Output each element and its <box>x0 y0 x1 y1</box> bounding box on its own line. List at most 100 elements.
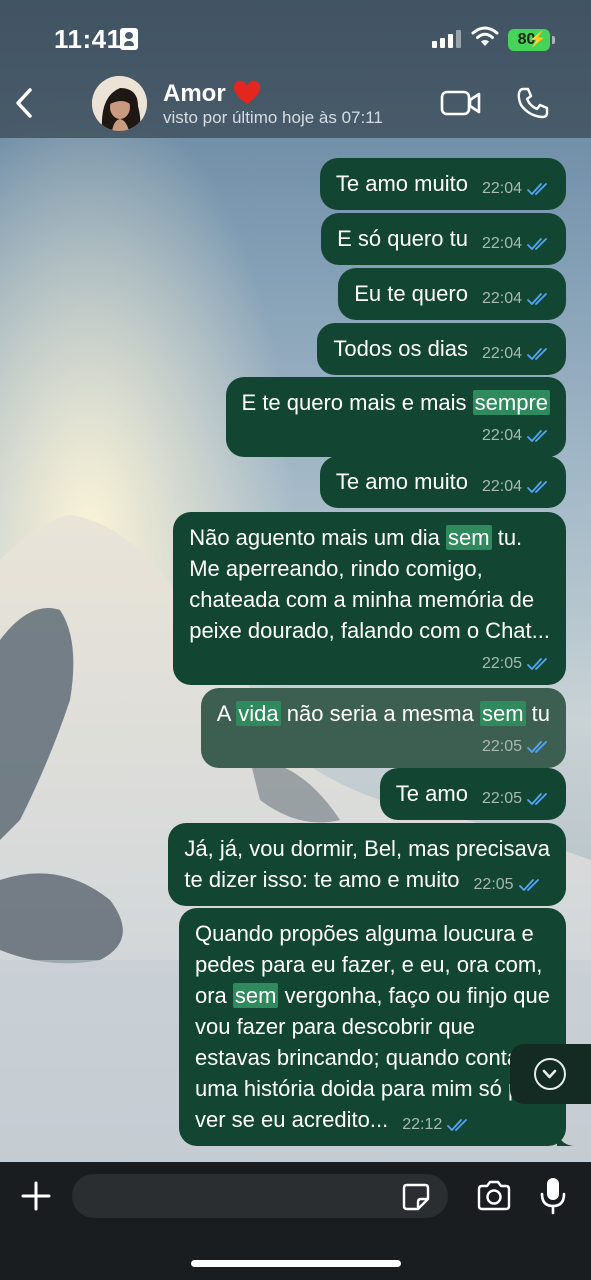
search-highlight[interactable]: sem <box>446 525 492 550</box>
microphone-button[interactable] <box>538 1176 568 1216</box>
message-meta: 22:04 <box>482 338 550 369</box>
read-receipt-icon <box>527 182 547 195</box>
message-bubble[interactable]: Te amo 22:05 <box>379 768 566 820</box>
contact-avatar[interactable] <box>92 76 147 131</box>
message-text: Todos os dias <box>333 336 468 361</box>
message-text-segment: Eu te quero <box>354 281 468 306</box>
message-text: Te amo muito <box>336 171 468 196</box>
read-receipt-icon <box>527 292 547 305</box>
camera-button[interactable] <box>475 1180 513 1212</box>
message-text: Não aguento mais um dia sem tu. Me aperre… <box>189 525 550 643</box>
message-meta: 22:05 <box>189 648 550 679</box>
message-time: 22:04 <box>481 345 522 362</box>
message-bubble[interactable]: E te quero mais e mais sempre 22:04 <box>225 377 566 457</box>
message-bubble[interactable]: Te amo muito 22:04 <box>319 158 566 210</box>
message-time: 22:04 <box>481 235 522 252</box>
message-bubble[interactable]: Eu te quero 22:04 <box>338 268 566 320</box>
message-text-segment: ora <box>194 983 233 1008</box>
message-bubble[interactable]: A vida não seria a mesma sem tu 22:05 <box>200 688 566 768</box>
message-text-segment: vou fazer para descobrir que <box>194 1014 476 1039</box>
message-text-segment: Me aperreando, rindo comigo, <box>189 556 483 581</box>
message-text: Quando propões alguma loucura e pedes par… <box>195 921 550 1132</box>
message-text-segment: pedes para eu fazer, e eu, ora com, <box>194 952 543 977</box>
back-button[interactable] <box>10 82 40 124</box>
read-receipt-icon <box>527 792 547 805</box>
message-text-segment: vergonha, faço ou finjo que <box>278 983 550 1008</box>
message-text-segment: uma história doida para mim só pra <box>194 1076 540 1101</box>
message-text-segment: Já, já, vou dormir, Bel, mas precisava <box>184 836 550 861</box>
message-text-segment: Te amo muito <box>335 171 468 196</box>
sticker-button[interactable] <box>401 1182 431 1212</box>
read-receipt-icon <box>527 740 547 753</box>
message-text-segment: Não aguento mais um dia <box>189 525 447 550</box>
message-text: Te amo <box>396 781 468 806</box>
search-highlight[interactable]: vida <box>236 701 281 726</box>
message-bubble[interactable]: Não aguento mais um dia sem tu. Me aperre… <box>173 512 566 685</box>
message-meta: 22:04 <box>482 283 550 314</box>
message-text-segment: Te amo <box>395 781 468 806</box>
contact-name[interactable]: Amor <box>163 80 226 108</box>
status-time: 11:41 <box>54 24 122 54</box>
message-text-segment: peixe dourado, falando com o Chat... <box>189 618 550 643</box>
message-bubble[interactable]: Quando propões alguma loucura e pedes par… <box>178 908 573 1146</box>
message-meta: 22:12 <box>402 1109 470 1140</box>
message-meta: 22:05 <box>474 869 542 900</box>
message-time: 22:04 <box>481 427 522 444</box>
message-text: E te quero mais e mais sempre <box>242 390 550 415</box>
message-time: 22:05 <box>481 790 522 807</box>
message-meta: 22:05 <box>482 783 550 814</box>
message-time: 22:05 <box>481 655 522 672</box>
voice-call-button[interactable] <box>515 86 551 120</box>
message-input[interactable] <box>72 1174 448 1218</box>
message-meta: 22:04 <box>482 471 550 502</box>
read-receipt-icon <box>527 347 547 360</box>
last-seen-status: visto por último hoje às 07:11 <box>163 108 383 127</box>
message-bubble[interactable]: E só quero tu 22:04 <box>321 213 566 265</box>
message-text: A vida não seria a mesma sem tu <box>217 701 550 726</box>
read-receipt-icon <box>527 429 547 442</box>
read-receipt-icon <box>527 480 547 493</box>
red-heart-icon <box>233 80 261 104</box>
message-meta: 22:04 <box>482 173 550 204</box>
attach-plus-button[interactable] <box>20 1180 52 1212</box>
scroll-to-bottom-button[interactable] <box>510 1044 591 1104</box>
search-highlight[interactable]: sem <box>479 701 526 726</box>
contact-card-icon <box>120 28 138 50</box>
charging-bolt-icon: ⚡ <box>528 31 547 48</box>
message-bubble[interactable]: Te amo muito 22:04 <box>319 456 566 508</box>
message-text-segment: Todos os dias <box>333 336 468 361</box>
message-meta: 22:05 <box>217 731 550 762</box>
message-text-segment: Te amo muito <box>335 469 468 494</box>
message-meta: 22:04 <box>242 420 550 451</box>
message-text-segment: E só quero tu <box>337 226 468 251</box>
message-text: E só quero tu <box>337 226 468 251</box>
message-bubble[interactable]: Todos os dias 22:04 <box>317 323 566 375</box>
message-list[interactable]: Te amo muito 22:04 E só quero tu 22:04 Eu te… <box>0 138 591 1162</box>
composer-bar <box>0 1162 591 1280</box>
chevron-down-circle-icon <box>534 1058 566 1090</box>
read-receipt-icon <box>518 878 539 891</box>
message-time: 22:04 <box>481 180 522 197</box>
message-text: Eu te quero <box>354 281 468 306</box>
top-bar: 11:41 80 ⚡ Amor visto por último hoje às … <box>0 0 591 138</box>
message-time: 22:05 <box>481 738 522 755</box>
message-time: 22:05 <box>473 876 514 893</box>
message-time: 22:04 <box>481 478 522 495</box>
video-call-button[interactable] <box>440 88 482 118</box>
message-time: 22:04 <box>481 290 522 307</box>
message-text-segment: não seria a mesma <box>280 701 480 726</box>
message-text-segment: chateada com a minha memória de <box>189 587 535 612</box>
search-highlight[interactable]: sem <box>232 983 279 1008</box>
message-text-segment: te dizer isso: te amo e muito <box>184 867 460 892</box>
search-highlight[interactable]: sempre <box>472 390 550 415</box>
wifi-icon <box>471 26 499 46</box>
message-text-segment: tu <box>525 701 550 726</box>
message-text: Te amo muito <box>336 469 468 494</box>
message-text-segment: estavas brincando; quando contas <box>194 1045 531 1070</box>
message-text-segment: E te quero mais e mais <box>241 390 473 415</box>
bubble-tail <box>557 1130 573 1146</box>
message-text-segment: ver se eu acredito... <box>194 1107 389 1132</box>
message-meta: 22:04 <box>482 228 550 259</box>
message-bubble[interactable]: Já, já, vou dormir, Bel, mas precisava te… <box>168 823 566 906</box>
message-text-segment: tu. <box>491 525 523 550</box>
